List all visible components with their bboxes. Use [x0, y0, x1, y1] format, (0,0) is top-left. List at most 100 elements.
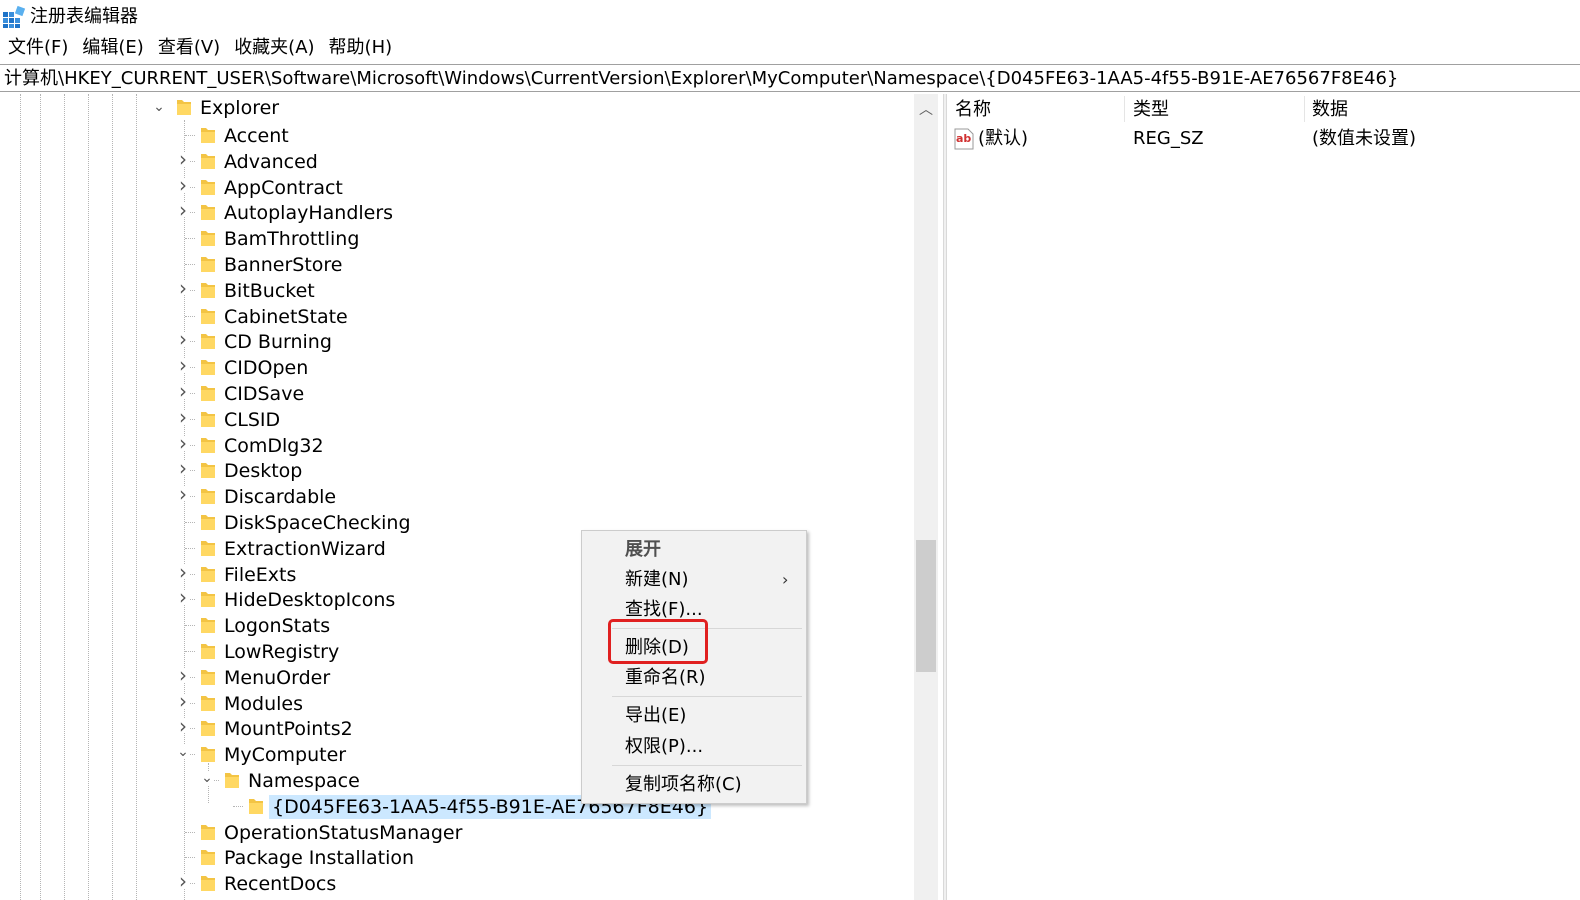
tree-node-item[interactable]: ExtractionWizard [221, 537, 389, 561]
menu-favorites[interactable]: 收藏夹(A) [234, 36, 314, 60]
chevron-right-icon: › [782, 570, 789, 589]
tree-connector [185, 315, 195, 317]
menu-separator [612, 696, 802, 697]
tree-node-item[interactable]: DiskSpaceChecking [221, 511, 414, 535]
column-divider[interactable] [1124, 96, 1125, 122]
column-header-name[interactable]: 名称 [955, 98, 991, 122]
chevron-down-icon[interactable]: ⌄ [176, 745, 190, 760]
chevron-down-icon[interactable]: ⌄ [200, 771, 214, 785]
tree-connector [185, 651, 195, 652]
tree-node-item[interactable]: CabinetState [221, 305, 351, 329]
tree-node-item[interactable]: CIDSave [221, 382, 307, 406]
tree-node-item[interactable]: BannerStore [221, 253, 345, 277]
folder-icon [200, 152, 216, 170]
tree-node-item[interactable]: HideDesktopIcons [221, 588, 398, 612]
chevron-right-icon[interactable]: › [176, 381, 190, 401]
scroll-up-icon[interactable]: ︿ [914, 98, 938, 122]
tree-node-item[interactable]: Desktop [221, 459, 305, 483]
folder-icon [200, 668, 216, 686]
menu-item-new[interactable]: 新建(N) [625, 568, 689, 592]
tree-scrollbar[interactable]: ︿ [914, 94, 938, 900]
tree-node-item[interactable]: CIDOpen [221, 356, 311, 380]
menu-help[interactable]: 帮助(H) [329, 36, 393, 60]
menu-item-permissions[interactable]: 权限(P)... [625, 735, 703, 759]
tree-node-item[interactable]: AppContract [221, 176, 346, 200]
menu-item-copy-key-name[interactable]: 复制项名称(C) [625, 773, 742, 797]
tree-node-item[interactable]: AutoplayHandlers [221, 201, 396, 225]
tree-node-item[interactable]: Discardable [221, 485, 339, 509]
tree-connector [185, 547, 195, 549]
pane-splitter[interactable] [943, 94, 947, 900]
tree-node-item[interactable]: FileExts [221, 563, 299, 587]
chevron-down-icon[interactable]: ⌄ [152, 100, 166, 114]
tree-node-namespace[interactable]: Namespace [245, 769, 363, 793]
chevron-right-icon[interactable]: › [176, 484, 190, 504]
tree-node-item[interactable]: MountPoints2 [221, 717, 356, 741]
address-path[interactable]: 计算机\HKEY_CURRENT_USER\Software\Microsoft… [4, 67, 1398, 91]
chevron-right-icon[interactable]: › [176, 716, 190, 736]
chevron-right-icon[interactable]: › [176, 691, 190, 711]
chevron-right-icon[interactable]: › [176, 175, 190, 195]
tree-guide-line [112, 94, 113, 900]
column-divider[interactable] [1304, 96, 1305, 122]
folder-icon [200, 255, 216, 273]
chevron-right-icon[interactable]: › [176, 278, 190, 298]
folder-icon [200, 203, 216, 221]
menu-file[interactable]: 文件(F) [8, 36, 68, 60]
menu-item-export[interactable]: 导出(E) [625, 704, 686, 728]
chevron-right-icon[interactable]: › [176, 871, 190, 891]
value-data: (数值未设置) [1312, 128, 1417, 149]
tree-node-item[interactable]: LogonStats [221, 614, 333, 638]
tree-node-item[interactable]: BitBucket [221, 279, 318, 303]
tree-node-item[interactable]: Advanced [221, 150, 321, 174]
value-name[interactable]: (默认) [978, 127, 1028, 151]
svg-text:ab: ab [956, 132, 971, 145]
window-title: 注册表编辑器 [30, 6, 138, 27]
address-bar[interactable]: 计算机\HKEY_CURRENT_USER\Software\Microsoft… [0, 64, 1580, 92]
column-header-type[interactable]: 类型 [1133, 98, 1169, 122]
tree-node-item[interactable]: Package Installation [221, 846, 417, 870]
folder-icon [224, 771, 240, 789]
tree-node-item[interactable]: RecentDocs [221, 872, 339, 896]
tree-connector [185, 135, 195, 136]
folder-icon [200, 539, 216, 557]
menu-item-rename[interactable]: 重命名(R) [625, 666, 706, 690]
chevron-right-icon[interactable]: › [176, 200, 190, 220]
values-list[interactable]: 名称 类型 数据 ab (默认) REG_SZ (数值未设置) [948, 94, 1580, 900]
folder-icon [200, 332, 216, 350]
chevron-right-icon[interactable]: › [176, 587, 190, 607]
menu-item-expand[interactable]: 展开 [625, 538, 661, 562]
chevron-right-icon[interactable]: › [176, 329, 190, 349]
tree-node-item[interactable]: BamThrottling [221, 227, 362, 251]
folder-icon [200, 642, 216, 660]
folder-icon [200, 410, 216, 428]
tree-node-explorer[interactable]: Explorer [197, 96, 282, 120]
folder-icon [200, 487, 216, 505]
tree-node-item[interactable]: Modules [221, 692, 306, 716]
tree-connector [185, 625, 195, 627]
scrollbar-thumb[interactable] [916, 540, 936, 672]
chevron-right-icon[interactable]: › [176, 665, 190, 685]
folder-icon [200, 823, 216, 841]
chevron-right-icon[interactable]: › [176, 355, 190, 375]
tree-node-item[interactable]: MenuOrder [221, 666, 333, 690]
tree-node-item[interactable]: CD Burning [221, 330, 335, 354]
folder-icon [200, 461, 216, 479]
tree-node-item[interactable]: ComDlg32 [221, 434, 327, 458]
chevron-right-icon[interactable]: › [176, 433, 190, 453]
chevron-right-icon[interactable]: › [176, 407, 190, 427]
context-menu: 展开 新建(N) › 查找(F)... 删除(D) 重命名(R) 导出(E) 权… [581, 530, 807, 804]
tree-node-item[interactable]: OperationStatusManager [221, 821, 465, 845]
tree-node-item[interactable]: LowRegistry [221, 640, 342, 664]
chevron-right-icon[interactable]: › [176, 562, 190, 582]
column-header-data[interactable]: 数据 [1312, 98, 1348, 122]
tree-node-item[interactable]: MyComputer [221, 743, 349, 767]
folder-icon [200, 874, 216, 892]
chevron-right-icon[interactable]: › [176, 458, 190, 478]
menu-edit[interactable]: 编辑(E) [82, 36, 143, 60]
tree-node-item[interactable]: Accent [221, 124, 292, 148]
tree-node-item[interactable]: CLSID [221, 408, 283, 432]
menu-view[interactable]: 查看(V) [158, 36, 220, 60]
tree-guide-line [40, 94, 41, 900]
chevron-right-icon[interactable]: › [176, 149, 190, 169]
